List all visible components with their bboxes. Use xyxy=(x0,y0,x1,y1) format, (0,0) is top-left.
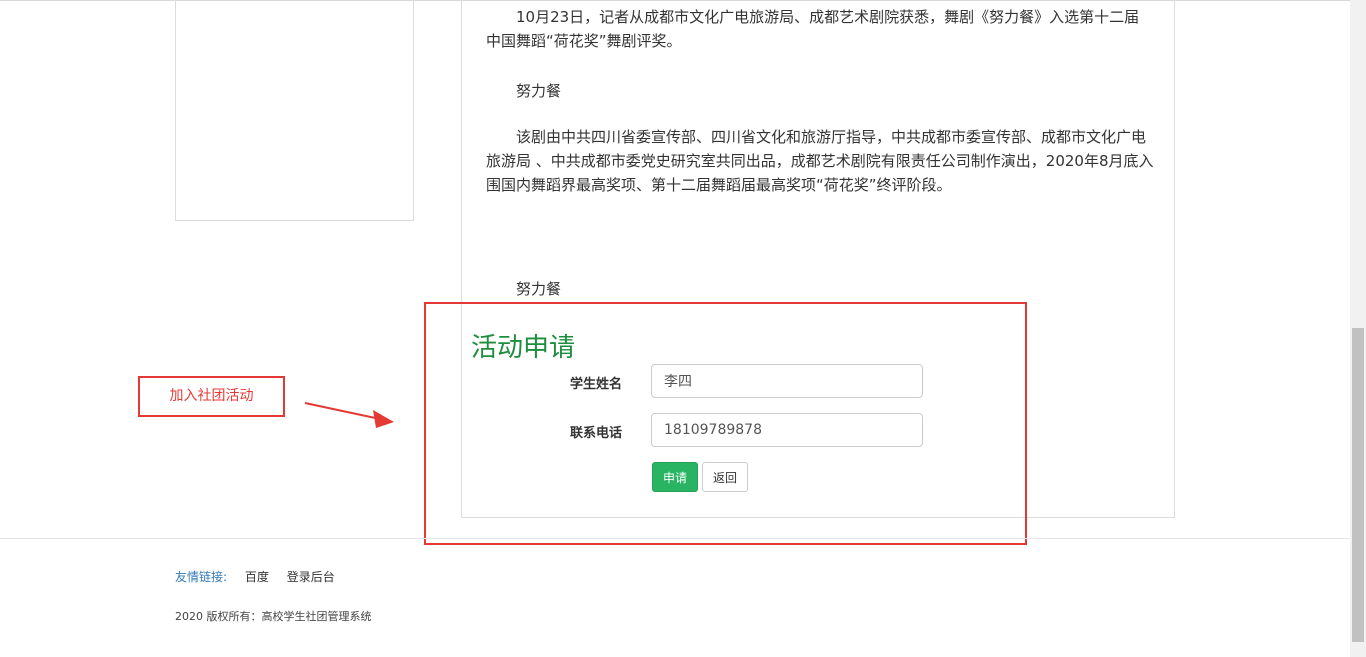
friend-links-label: 友情链接: xyxy=(175,570,228,584)
link-admin-login[interactable]: 登录后台 xyxy=(287,570,335,584)
form-highlight-box xyxy=(424,302,1027,545)
sidebar-panel xyxy=(175,0,414,221)
article-paragraph: 该剧由中共四川省委宣传部、四川省文化和旅游厅指导，中共成都市委宣传部、成都市文化… xyxy=(486,128,1154,194)
article-paragraph: 努力餐 xyxy=(516,280,562,298)
footer-links: 友情链接: 百度 登录后台 xyxy=(175,568,335,585)
article-paragraph: 10月23日，记者从成都市文化广电旅游局、成都艺术剧院获悉，舞剧《努力餐》入选第… xyxy=(486,8,1140,50)
link-baidu[interactable]: 百度 xyxy=(245,570,269,584)
copyright-text: 2020 版权所有：高校学生社团管理系统 xyxy=(175,610,372,623)
arrow-right-icon xyxy=(304,402,394,428)
footer-divider xyxy=(0,538,1350,539)
annotation-callout: 加入社团活动 xyxy=(138,376,285,417)
scrollbar-thumb[interactable] xyxy=(1352,328,1364,642)
article-paragraph: 努力餐 xyxy=(516,82,562,100)
